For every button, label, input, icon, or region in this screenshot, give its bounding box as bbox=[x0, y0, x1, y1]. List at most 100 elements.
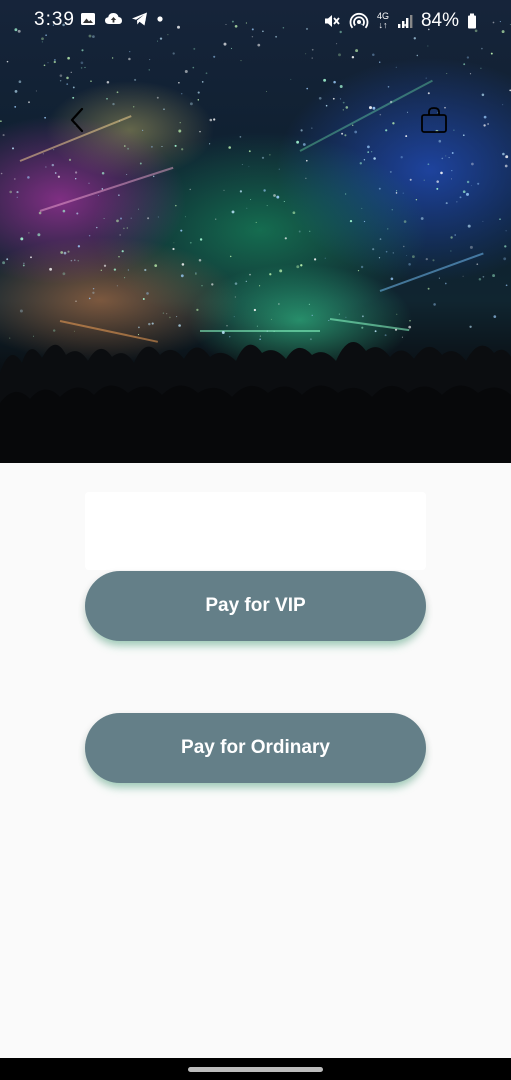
sparkle bbox=[302, 143, 306, 146]
pay-ordinary-label: Pay for Ordinary bbox=[181, 737, 330, 758]
sparkle bbox=[123, 227, 125, 230]
sparkle bbox=[396, 313, 398, 315]
sparkle bbox=[427, 45, 429, 47]
sparkle bbox=[149, 59, 151, 61]
sparkle bbox=[487, 123, 489, 125]
sparkle bbox=[179, 122, 181, 124]
sparkle bbox=[373, 157, 376, 160]
sparkle bbox=[471, 162, 474, 166]
sparkle bbox=[342, 109, 344, 111]
sparkle bbox=[103, 264, 107, 267]
sparkle bbox=[456, 201, 458, 203]
sparkle bbox=[195, 273, 197, 275]
sparkle bbox=[306, 87, 309, 90]
sparkle bbox=[338, 53, 341, 57]
sparkle bbox=[370, 151, 373, 153]
sparkle bbox=[379, 61, 381, 63]
sparkle bbox=[493, 315, 497, 318]
sparkle bbox=[436, 180, 439, 183]
sparkle bbox=[505, 155, 509, 159]
sparkle bbox=[296, 140, 300, 144]
sparkle bbox=[408, 325, 412, 329]
sparkle bbox=[359, 162, 362, 165]
sparkle bbox=[463, 63, 466, 66]
cloud-upload-icon bbox=[105, 13, 122, 24]
sparkle bbox=[269, 154, 271, 156]
sparkle bbox=[344, 193, 347, 195]
sparkle bbox=[482, 275, 485, 278]
pay-vip-button[interactable]: Pay for VIP bbox=[85, 571, 426, 641]
back-button[interactable] bbox=[62, 102, 92, 138]
sparkle bbox=[450, 178, 452, 180]
sparkle bbox=[503, 257, 507, 261]
sparkle bbox=[440, 171, 443, 175]
sparkle bbox=[211, 283, 214, 286]
sparkle bbox=[450, 236, 453, 239]
sparkle bbox=[469, 73, 472, 75]
sparkle bbox=[403, 220, 407, 223]
sparkle bbox=[324, 257, 326, 259]
sparkle bbox=[432, 259, 435, 262]
sparkle bbox=[387, 228, 389, 230]
sparkle bbox=[250, 198, 252, 201]
sparkle bbox=[230, 47, 233, 50]
sparkle bbox=[72, 96, 75, 99]
sparkle bbox=[269, 273, 272, 276]
sparkle bbox=[134, 78, 137, 81]
sparkle bbox=[54, 172, 57, 174]
sparkle bbox=[245, 280, 247, 282]
sparkle bbox=[502, 104, 504, 106]
pay-ordinary-button[interactable]: Pay for Ordinary bbox=[85, 713, 426, 783]
sparkle bbox=[13, 178, 16, 180]
sparkle bbox=[101, 188, 104, 190]
sparkle bbox=[481, 47, 483, 50]
sparkle bbox=[480, 67, 482, 70]
sparkle bbox=[193, 47, 196, 50]
sparkle bbox=[505, 230, 507, 232]
ticket-input-field[interactable] bbox=[85, 492, 426, 570]
sparkle bbox=[151, 322, 154, 325]
sparkle bbox=[138, 208, 139, 210]
sparkle bbox=[127, 147, 130, 150]
sparkle bbox=[374, 330, 377, 333]
sparkle bbox=[180, 229, 183, 232]
concert-hero-image bbox=[0, 0, 511, 463]
sparkle bbox=[357, 269, 360, 272]
sparkle bbox=[367, 145, 370, 149]
sparkle bbox=[332, 97, 335, 100]
sparkle bbox=[466, 192, 469, 196]
sparkle bbox=[300, 264, 303, 267]
sparkle bbox=[76, 212, 79, 215]
cart-button[interactable] bbox=[416, 102, 452, 138]
sparkle bbox=[90, 80, 92, 82]
sparkle bbox=[174, 144, 177, 147]
dot-icon bbox=[157, 16, 163, 22]
sparkle bbox=[37, 233, 41, 237]
sparkle bbox=[451, 169, 453, 172]
sparkle bbox=[415, 198, 418, 201]
sparkle bbox=[469, 325, 472, 328]
status-left-icons bbox=[80, 11, 164, 27]
sparkle bbox=[156, 96, 159, 99]
sparkle bbox=[400, 156, 403, 159]
sparkle bbox=[52, 329, 56, 332]
sparkle bbox=[345, 106, 349, 109]
sparkle bbox=[189, 188, 191, 191]
sparkle bbox=[130, 217, 132, 219]
sparkle bbox=[172, 52, 175, 55]
sparkle bbox=[296, 265, 300, 269]
sparkle bbox=[325, 104, 328, 107]
sparkle bbox=[470, 185, 472, 187]
sparkle bbox=[30, 256, 32, 259]
sparkle bbox=[101, 172, 105, 175]
home-gesture-handle[interactable] bbox=[188, 1067, 323, 1072]
sparkle bbox=[154, 264, 158, 267]
sparkle bbox=[305, 53, 307, 55]
sparkle bbox=[305, 177, 307, 179]
sparkle bbox=[292, 211, 296, 215]
sparkle bbox=[406, 254, 408, 256]
sparkle bbox=[339, 98, 342, 100]
sparkle bbox=[311, 314, 313, 316]
sparkle bbox=[178, 324, 181, 327]
sparkle bbox=[126, 227, 128, 229]
